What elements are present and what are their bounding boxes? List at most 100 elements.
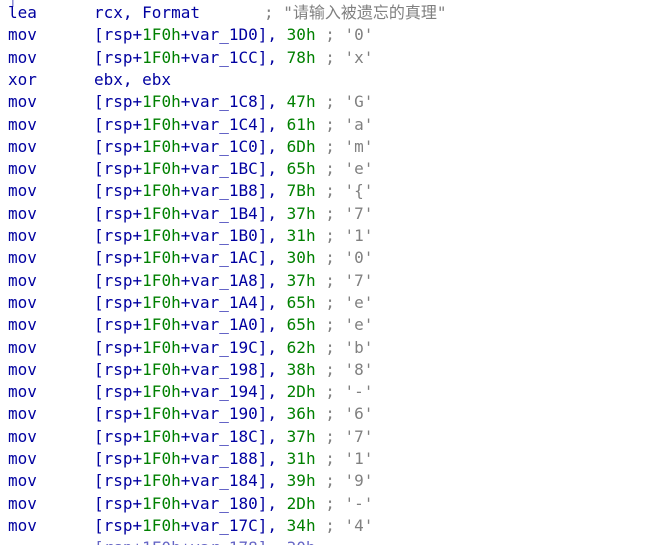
asm-line[interactable]: mov [rsp+1F0h+var_1A8], 37h ; '7' — [0, 270, 660, 292]
mnemonic[interactable]: mov — [8, 225, 37, 247]
immediate-value[interactable]: 65h — [287, 315, 316, 334]
stack-variable[interactable]: +var_198], — [181, 360, 287, 379]
stack-variable[interactable]: +var_1C0], — [181, 137, 287, 156]
immediate-value[interactable]: 61h — [287, 115, 316, 134]
stack-variable[interactable]: +var_1B0], — [181, 226, 287, 245]
asm-line[interactable]: mov [rsp+1F0h+var_188], 31h ; '1' — [0, 448, 660, 470]
mnemonic[interactable]: mov — [8, 337, 37, 359]
stack-variable[interactable]: +var_1A8], — [181, 271, 287, 290]
mnemonic[interactable]: mov — [8, 359, 37, 381]
stack-variable[interactable]: +var_19C], — [181, 338, 287, 357]
stack-variable[interactable]: +var_184], — [181, 471, 287, 490]
mnemonic[interactable]: mov — [8, 136, 37, 158]
asm-line[interactable]: mov [rsp+1F0h+var_17C], 34h ; '4' — [0, 515, 660, 537]
stack-variable[interactable]: +var_1B8], — [181, 181, 287, 200]
operands[interactable]: [rsp+1F0h+var_1BC], 65h ; 'e' — [94, 158, 373, 180]
asm-line[interactable]: mov [rsp+1F0h+var_19C], 62h ; 'b' — [0, 337, 660, 359]
mnemonic[interactable]: mov — [8, 24, 37, 46]
mnemonic[interactable]: mov — [8, 314, 37, 336]
operand-text[interactable]: ebx, ebx — [94, 70, 171, 89]
disassembly-view[interactable]: ┌────────────────────────────────── lear… — [0, 0, 660, 545]
immediate-value[interactable]: 2Dh — [287, 494, 316, 513]
mnemonic[interactable]: mov — [8, 91, 37, 113]
mnemonic[interactable]: xor — [8, 69, 37, 91]
asm-line[interactable]: mov [rsp+1F0h+var_1A4], 65h ; 'e' — [0, 292, 660, 314]
stack-variable[interactable]: +var_1D0], — [181, 25, 287, 44]
operands[interactable]: [rsp+1F0h+var_188], 31h ; '1' — [94, 448, 373, 470]
operands[interactable]: [rsp+1F0h+var_194], 2Dh ; '-' — [94, 381, 373, 403]
asm-line[interactable]: mov [rsp+1F0h+var_1C0], 6Dh ; 'm' — [0, 136, 660, 158]
mnemonic[interactable]: mov — [8, 203, 37, 225]
asm-line[interactable]: mov [rsp+1F0h+var_190], 36h ; '6' — [0, 403, 660, 425]
stack-variable[interactable]: +var_190], — [181, 404, 287, 423]
mnemonic[interactable]: mov — [8, 381, 37, 403]
immediate-value[interactable]: 31h — [287, 449, 316, 468]
operand-text[interactable]: rcx, Format — [94, 3, 200, 22]
immediate-value[interactable]: 78h — [287, 48, 316, 67]
operands[interactable]: [rsp+1F0h+var_1CC], 78h ; 'x' — [94, 47, 373, 69]
asm-line[interactable]: mov [rsp+1F0h+var_1C8], 47h ; 'G' — [0, 91, 660, 113]
operands[interactable]: [rsp+1F0h+var_1A8], 37h ; '7' — [94, 270, 373, 292]
immediate-value[interactable]: 34h — [287, 516, 316, 535]
immediate-value[interactable]: 37h — [287, 204, 316, 223]
mnemonic[interactable]: mov — [8, 270, 37, 292]
operands[interactable]: [rsp+1F0h+var_190], 36h ; '6' — [94, 403, 373, 425]
mnemonic[interactable]: mov — [8, 292, 37, 314]
asm-line[interactable]: mov [rsp+1F0h+var_18C], 37h ; '7' — [0, 426, 660, 448]
operands[interactable]: [rsp+1F0h+var_1C0], 6Dh ; 'm' — [94, 136, 373, 158]
stack-variable[interactable]: +var_180], — [181, 494, 287, 513]
operands[interactable]: [rsp+1F0h+var_184], 39h ; '9' — [94, 470, 373, 492]
operands[interactable]: [rsp+1F0h+var_1AC], 30h ; '0' — [94, 247, 373, 269]
asm-line[interactable]: mov [rsp+1F0h+var_1D0], 30h ; '0' — [0, 24, 660, 46]
mnemonic[interactable]: mov — [8, 47, 37, 69]
operands[interactable]: [rsp+1F0h+var_180], 2Dh ; '-' — [94, 493, 373, 515]
asm-line[interactable]: mov [rsp+1F0h+var_198], 38h ; '8' — [0, 359, 660, 381]
mnemonic[interactable]: mov — [8, 515, 37, 537]
stack-variable[interactable]: +var_1A0], — [181, 315, 287, 334]
asm-line[interactable]: mov [rsp+1F0h+var_1CC], 78h ; 'x' — [0, 47, 660, 69]
operands[interactable]: [rsp+1F0h+var_1C4], 61h ; 'a' — [94, 114, 373, 136]
stack-variable[interactable]: +var_188], — [181, 449, 287, 468]
stack-variable[interactable]: +var_1BC], — [181, 159, 287, 178]
operands[interactable]: [rsp+1F0h+var_1B8], 7Bh ; '{' — [94, 180, 373, 202]
stack-variable[interactable]: +var_17C], — [181, 516, 287, 535]
mnemonic[interactable]: mov — [8, 448, 37, 470]
asm-line[interactable]: mov [rsp+1F0h+var_1B4], 37h ; '7' — [0, 203, 660, 225]
stack-variable[interactable]: +var_1C8], — [181, 92, 287, 111]
immediate-value[interactable]: 62h — [287, 338, 316, 357]
operands[interactable]: [rsp+1F0h+var_18C], 37h ; '7' — [94, 426, 373, 448]
operands[interactable]: rcx, Format — [94, 2, 200, 24]
operands[interactable]: [rsp+1F0h+var_1D0], 30h ; '0' — [94, 24, 373, 46]
operands[interactable]: [rsp+1F0h+var_198], 38h ; '8' — [94, 359, 373, 381]
stack-variable[interactable]: +var_194], — [181, 382, 287, 401]
operands[interactable]: [rsp+1F0h+var_1B4], 37h ; '7' — [94, 203, 373, 225]
mnemonic[interactable]: mov — [8, 426, 37, 448]
immediate-value[interactable]: 30h — [287, 248, 316, 267]
immediate-value[interactable]: 30h — [287, 25, 316, 44]
immediate-value[interactable]: 39h — [287, 471, 316, 490]
mnemonic[interactable]: mov — [8, 493, 37, 515]
operands[interactable]: [rsp+1F0h+var_1A0], 65h ; 'e' — [94, 314, 373, 336]
immediate-value[interactable]: 36h — [287, 404, 316, 423]
mnemonic[interactable]: mov — [8, 403, 37, 425]
asm-line[interactable]: mov [rsp+1F0h+var_1BC], 65h ; 'e' — [0, 158, 660, 180]
mnemonic[interactable]: mov — [8, 158, 37, 180]
asm-line[interactable]: mov [rsp+1F0h+var_1B0], 31h ; '1' — [0, 225, 660, 247]
operands[interactable]: ebx, ebx — [94, 69, 171, 91]
immediate-value[interactable]: 65h — [287, 159, 316, 178]
asm-line[interactable]: mov [rsp+1F0h+var_1AC], 30h ; '0' — [0, 247, 660, 269]
immediate-value[interactable]: 38h — [287, 360, 316, 379]
mnemonic[interactable]: mov — [8, 470, 37, 492]
mnemonic[interactable]: mov — [8, 114, 37, 136]
immediate-value[interactable]: 2Dh — [287, 382, 316, 401]
operands[interactable]: [rsp+1F0h+var_19C], 62h ; 'b' — [94, 337, 373, 359]
operands[interactable]: [rsp+1F0h+var_17C], 34h ; '4' — [94, 515, 373, 537]
operands[interactable]: [rsp+1F0h+var_1C8], 47h ; 'G' — [94, 91, 373, 113]
operands[interactable]: [rsp+1F0h+var_1A4], 65h ; 'e' — [94, 292, 373, 314]
asm-line[interactable]: mov [rsp+1F0h+var_180], 2Dh ; '-' — [0, 493, 660, 515]
operands[interactable]: [rsp+1F0h+var_1B0], 31h ; '1' — [94, 225, 373, 247]
asm-line[interactable]: mov [rsp+1F0h+var_184], 39h ; '9' — [0, 470, 660, 492]
immediate-value[interactable]: 31h — [287, 226, 316, 245]
mnemonic[interactable]: mov — [8, 247, 37, 269]
asm-line[interactable]: mov [rsp+1F0h+var_1B8], 7Bh ; '{' — [0, 180, 660, 202]
